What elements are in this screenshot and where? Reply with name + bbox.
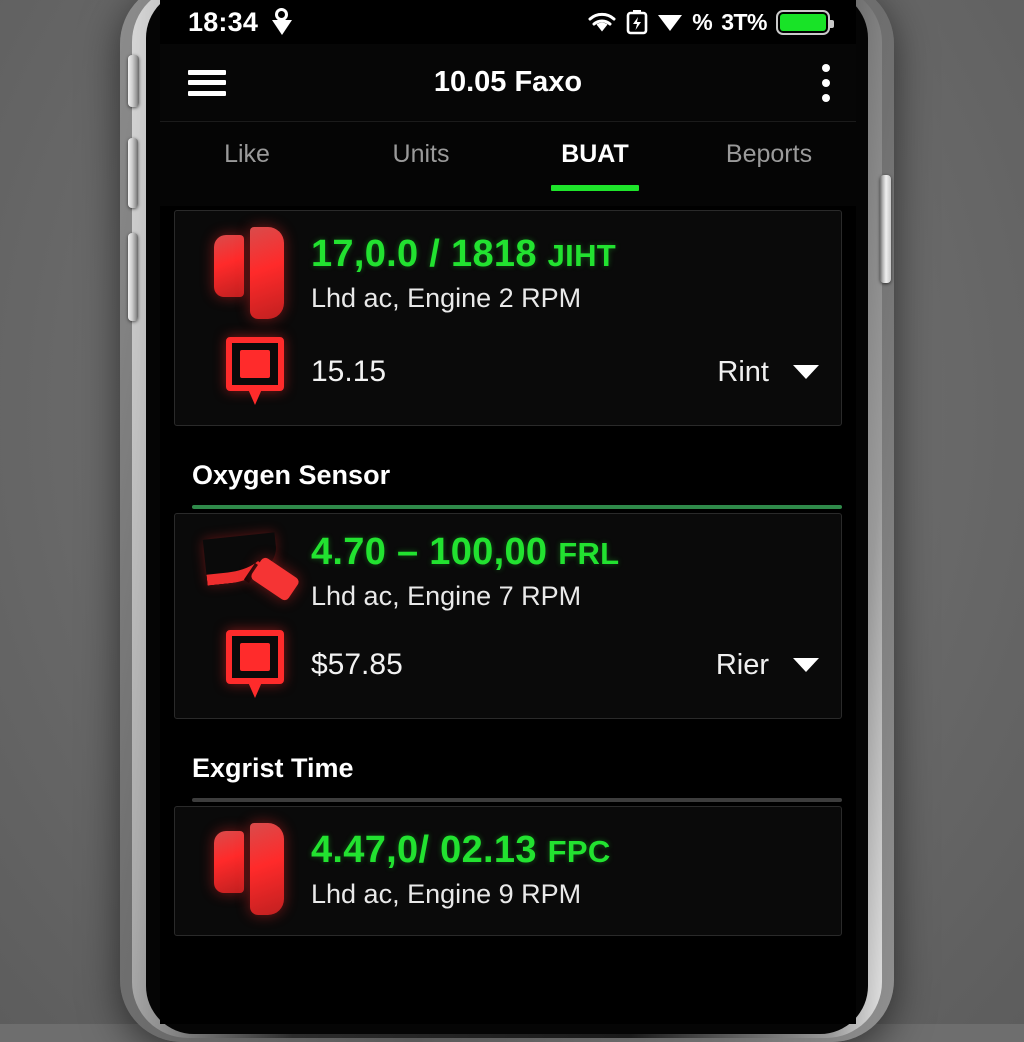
page-title: 10.05 Faxo — [160, 66, 856, 99]
volume-up-button[interactable] — [128, 138, 138, 208]
status-bar-clock: 18:34 — [188, 9, 258, 36]
chevron-down-icon[interactable] — [793, 365, 819, 379]
volume-down-button[interactable] — [128, 233, 138, 321]
tag-marker-icon — [199, 630, 311, 700]
wifi-icon — [587, 10, 617, 34]
section-title: Oxygen Sensor — [174, 460, 842, 505]
reading-card[interactable]: 17,0.0 / 1818 JIHT Lhd ac, Engine 2 RPM … — [174, 210, 842, 426]
card-value-number: 4.70 – 100,00 — [311, 531, 547, 573]
tab-label: Beports — [726, 140, 812, 168]
signal-triangle-icon — [657, 11, 683, 33]
card-value-number: 4.47,0/ 02.13 — [311, 829, 537, 871]
section-divider — [192, 798, 842, 802]
brake-pads-icon — [199, 823, 311, 915]
tab-bar: Like Units BUAT Beports — [160, 122, 856, 206]
card-detail-label: Rint — [717, 356, 769, 389]
card-value: 4.47,0/ 02.13 FPC — [311, 829, 819, 872]
card-detail-value: 15.15 — [311, 355, 386, 389]
card-primary-row: 17,0.0 / 1818 JIHT Lhd ac, Engine 2 RPM — [175, 217, 841, 329]
app-bar: 10.05 Faxo — [160, 44, 856, 122]
section-divider — [192, 505, 842, 509]
section-title: Exgrist Time — [174, 753, 842, 798]
location-pin-icon — [269, 7, 295, 37]
card-detail-dropdown[interactable]: Rint — [717, 356, 819, 389]
scroll-content[interactable]: 17,0.0 / 1818 JIHT Lhd ac, Engine 2 RPM … — [160, 210, 856, 936]
silence-switch-button[interactable] — [128, 55, 139, 107]
tab-units[interactable]: Units — [334, 140, 508, 191]
status-bar-right: % 3T% — [587, 9, 830, 36]
battery-full-icon — [776, 10, 830, 35]
card-value: 4.70 – 100,00 FRL — [311, 531, 819, 574]
tab-label: Units — [393, 140, 450, 168]
card-detail-dropdown[interactable]: Rier — [716, 649, 819, 682]
card-subtitle: Lhd ac, Engine 7 RPM — [311, 581, 819, 612]
card-detail-row[interactable]: $57.85 Rier — [175, 622, 841, 708]
hamburger-menu-icon[interactable] — [188, 70, 226, 96]
card-detail-label: Rier — [716, 649, 769, 682]
card-text-block: 4.47,0/ 02.13 FPC Lhd ac, Engine 9 RPM — [311, 829, 819, 910]
tag-marker-icon — [199, 337, 311, 407]
card-primary-row: 4.47,0/ 02.13 FPC Lhd ac, Engine 9 RPM — [175, 813, 841, 925]
card-text-block: 4.70 – 100,00 FRL Lhd ac, Engine 7 RPM — [311, 531, 819, 612]
reading-card[interactable]: 4.70 – 100,00 FRL Lhd ac, Engine 7 RPM $… — [174, 513, 842, 719]
three-dot-overflow-icon[interactable] — [822, 64, 830, 102]
card-value-unit: JIHT — [548, 238, 616, 273]
card-value-unit: FRL — [558, 536, 619, 571]
section-oxygen-sensor: Oxygen Sensor — [174, 434, 842, 509]
tab-label: BUAT — [561, 140, 629, 168]
card-value-unit: FPC — [548, 834, 611, 869]
brake-pads-icon — [199, 227, 311, 319]
card-detail-value: $57.85 — [311, 648, 403, 682]
percent-symbol: % — [692, 9, 712, 36]
card-value-number: 17,0.0 / 1818 — [311, 233, 537, 275]
card-subtitle: Lhd ac, Engine 9 RPM — [311, 879, 819, 910]
chevron-down-icon[interactable] — [793, 658, 819, 672]
battery-charging-icon — [626, 9, 648, 35]
status-bar-left: 18:34 — [188, 7, 295, 37]
tab-label: Like — [224, 140, 270, 168]
card-subtitle: Lhd ac, Engine 2 RPM — [311, 283, 819, 314]
card-text-block: 17,0.0 / 1818 JIHT Lhd ac, Engine 2 RPM — [311, 233, 819, 314]
reading-card[interactable]: 4.47,0/ 02.13 FPC Lhd ac, Engine 9 RPM — [174, 806, 842, 936]
power-button[interactable] — [880, 175, 891, 283]
tab-like[interactable]: Like — [160, 140, 334, 191]
oxygen-probe-icon — [199, 530, 311, 612]
tab-beports[interactable]: Beports — [682, 140, 856, 191]
card-value: 17,0.0 / 1818 JIHT — [311, 233, 819, 276]
phone-screen: 18:34 — [160, 0, 856, 1024]
tab-buat[interactable]: BUAT — [508, 140, 682, 191]
battery-percent-label: 3T% — [721, 9, 767, 36]
card-detail-row[interactable]: 15.15 Rint — [175, 329, 841, 415]
card-primary-row: 4.70 – 100,00 FRL Lhd ac, Engine 7 RPM — [175, 520, 841, 622]
status-bar: 18:34 — [160, 0, 856, 44]
section-exgrist-time: Exgrist Time — [174, 727, 842, 802]
tab-underline-active — [551, 185, 639, 191]
